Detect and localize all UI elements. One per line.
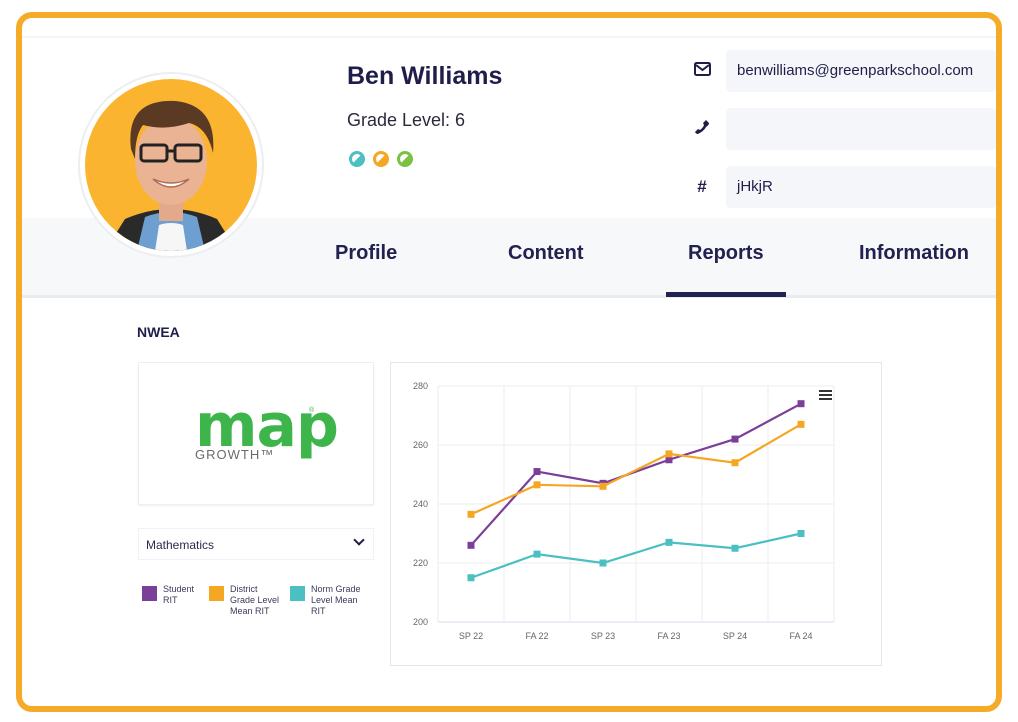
data-point-1-1 (533, 481, 541, 489)
x-tick-label: FA 23 (657, 631, 680, 641)
profile-card-frame: Profile Content Reports Information Ben … (16, 12, 1002, 712)
legend-item-norm[interactable]: Norm Grade Level Mean RIT (290, 584, 367, 617)
map-growth-logo-card: map ® GROWTH™ (138, 362, 374, 505)
green-badge-icon[interactable] (397, 151, 413, 167)
phone-field[interactable] (726, 108, 996, 150)
chevron-down-icon (353, 534, 365, 546)
tab-reports[interactable]: Reports (666, 242, 786, 297)
x-tick-label: SP 23 (591, 631, 615, 641)
legend-label-student: Student RIT (163, 584, 195, 605)
data-point-2-1 (533, 550, 541, 558)
badge-list (349, 151, 413, 167)
subject-select[interactable]: Mathematics (138, 528, 374, 560)
grade-level: Grade Level: 6 (347, 110, 466, 130)
data-point-2-4 (731, 544, 739, 552)
x-tick-label: SP 24 (723, 631, 747, 641)
top-divider (22, 36, 996, 38)
growth-logo-text: GROWTH™ (195, 447, 275, 462)
legend-swatch-norm (290, 586, 305, 601)
x-tick-label: FA 24 (789, 631, 812, 641)
data-point-1-2 (599, 482, 607, 490)
data-point-2-3 (665, 538, 673, 546)
legend-item-district[interactable]: District Grade Level Mean RIT (209, 584, 284, 617)
teal-badge-icon[interactable] (349, 151, 365, 167)
legend-swatch-district (209, 586, 224, 601)
x-tick-label: FA 22 (525, 631, 548, 641)
x-tick-label: SP 22 (459, 631, 483, 641)
data-point-1-4 (731, 459, 739, 467)
y-tick-label: 240 (413, 499, 428, 509)
chart-legend: Student RIT District Grade Level Mean RI… (142, 584, 373, 617)
registered-mark: ® (309, 407, 315, 414)
rit-chart-card: 200 220 240 260 280 SP 22 FA 22 SP 23 FA 23 SP 24… (390, 362, 882, 666)
hash-icon: # (697, 177, 707, 196)
hamburger-menu-icon[interactable] (819, 390, 832, 402)
legend-item-student[interactable]: Student RIT (142, 584, 203, 617)
code-row: # jHkjR (690, 166, 996, 208)
data-point-2-0 (467, 574, 475, 582)
subject-select-value: Mathematics (146, 538, 215, 552)
data-point-2-2 (599, 559, 607, 567)
data-point-1-5 (797, 420, 805, 428)
tab-information[interactable]: Information (859, 242, 969, 265)
student-name: Ben Williams (347, 62, 503, 90)
phone-row (690, 108, 996, 150)
data-point-0-0 (467, 541, 475, 549)
avatar (80, 74, 262, 256)
y-tick-label: 200 (413, 617, 428, 627)
phone-icon (690, 119, 714, 140)
legend-label-district: District Grade Level Mean RIT (230, 584, 280, 616)
rit-line-chart: 200 220 240 260 280 SP 22 FA 22 SP 23 FA 23 SP 24… (413, 381, 835, 641)
tab-content[interactable]: Content (508, 242, 584, 265)
data-point-0-1 (533, 468, 541, 476)
y-tick-label: 220 (413, 558, 428, 568)
code-field[interactable]: jHkjR (726, 166, 996, 208)
student-photo (85, 79, 257, 251)
data-point-0-5 (797, 400, 805, 408)
data-point-1-3 (665, 450, 673, 458)
data-point-1-0 (467, 510, 475, 518)
data-point-2-5 (797, 530, 805, 537)
y-tick-label: 280 (413, 381, 428, 391)
email-row: benwilliams@greenparkschool.com (690, 50, 996, 92)
section-title: NWEA (137, 324, 180, 340)
tab-profile[interactable]: Profile (335, 242, 397, 265)
legend-swatch-student (142, 586, 157, 601)
email-field[interactable]: benwilliams@greenparkschool.com (726, 50, 996, 92)
y-tick-label: 260 (413, 440, 428, 450)
legend-label-norm: Norm Grade Level Mean RIT (311, 584, 361, 616)
data-point-0-4 (731, 435, 739, 443)
student-portrait-illustration (105, 100, 237, 251)
orange-badge-icon[interactable] (373, 151, 389, 167)
envelope-icon (690, 61, 714, 81)
